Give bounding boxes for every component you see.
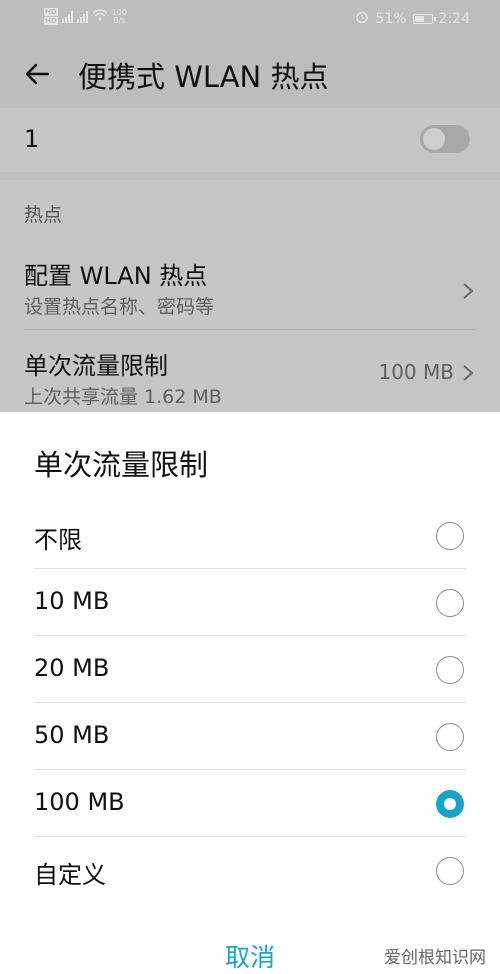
title-bar: 便携式 WLAN 热点	[0, 40, 500, 108]
wifi-icon	[92, 8, 108, 25]
hotspot-toggle-row[interactable]: 1	[0, 108, 500, 172]
option-label: 20 MB	[34, 654, 110, 682]
alarm-icon	[355, 10, 369, 28]
divider	[24, 329, 476, 330]
signal-icon	[76, 10, 88, 23]
configure-hotspot-item[interactable]: 配置 WLAN 热点 设置热点名称、密码等	[0, 244, 500, 326]
section-header: 热点	[24, 204, 63, 226]
watermark: 爱创根知识网	[384, 948, 486, 968]
setting-title: 配置 WLAN 热点	[24, 262, 208, 290]
option-custom[interactable]: 自定义	[0, 837, 500, 904]
battery-icon	[412, 14, 436, 24]
net-speed-unit: B/s	[113, 15, 126, 25]
option-unlimited[interactable]: 不限	[0, 502, 500, 569]
radio-button[interactable]	[436, 522, 464, 550]
battery-percent: 51%	[375, 11, 407, 27]
status-right: 51% 2:24	[355, 10, 470, 28]
status-left: HD HD 100 B/s	[44, 8, 127, 25]
radio-button[interactable]	[436, 857, 464, 885]
back-arrow-icon[interactable]	[22, 58, 54, 90]
option-label: 10 MB	[34, 587, 110, 615]
net-speed: 100 B/s	[112, 8, 127, 25]
data-limit-item[interactable]: 单次流量限制 上次共享流量 1.62 MB 100 MB	[0, 334, 500, 416]
option-label: 50 MB	[34, 721, 110, 749]
data-limit-dialog: 单次流量限制 不限 10 MB 20 MB 50 MB 100 MB 自定义 取…	[0, 412, 500, 974]
radio-button[interactable]	[436, 723, 464, 751]
status-bar: HD HD 100 B/s 51% 2:24	[0, 0, 500, 40]
chevron-right-icon	[462, 282, 474, 300]
setting-title: 单次流量限制	[24, 352, 168, 380]
setting-subtitle: 设置热点名称、密码等	[24, 296, 215, 318]
hotspot-section: 热点 配置 WLAN 热点 设置热点名称、密码等 单次流量限制 上次共享流量 1…	[0, 180, 500, 420]
signal-icon	[61, 10, 73, 23]
option-10mb[interactable]: 10 MB	[0, 569, 500, 636]
clock: 2:24	[438, 11, 470, 27]
radio-button[interactable]	[436, 656, 464, 684]
option-label: 100 MB	[34, 788, 125, 816]
radio-button-selected[interactable]	[436, 790, 464, 818]
option-100mb[interactable]: 100 MB	[0, 770, 500, 837]
chevron-right-icon	[462, 364, 474, 382]
option-label: 自定义	[34, 861, 106, 889]
setting-value: 100 MB	[378, 360, 454, 384]
page-title: 便携式 WLAN 热点	[78, 60, 329, 94]
hotspot-switch[interactable]	[420, 125, 470, 153]
dialog-title: 单次流量限制	[34, 448, 209, 482]
hotspot-toggle-label: 1	[24, 125, 40, 153]
switch-knob	[423, 128, 445, 150]
option-20mb[interactable]: 20 MB	[0, 636, 500, 703]
option-label: 不限	[34, 526, 82, 554]
radio-button[interactable]	[436, 589, 464, 617]
setting-subtitle: 上次共享流量 1.62 MB	[24, 386, 222, 408]
hd-icon: HD HD	[44, 8, 58, 25]
option-50mb[interactable]: 50 MB	[0, 703, 500, 770]
